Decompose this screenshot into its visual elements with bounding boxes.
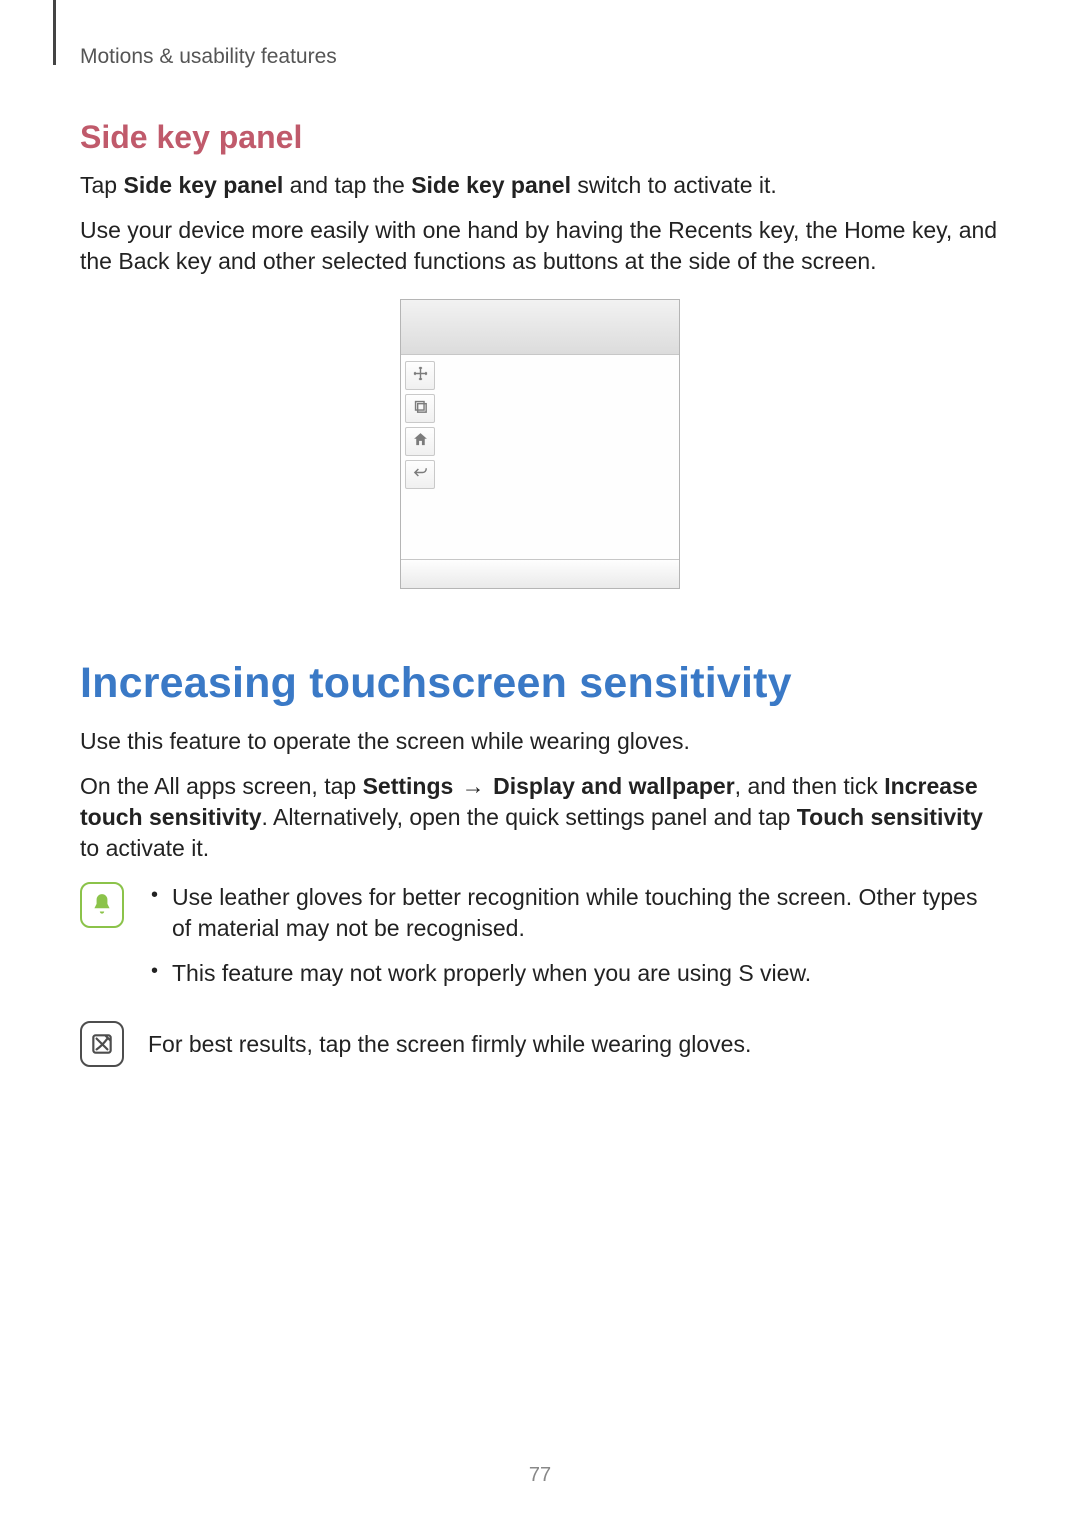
recents-icon	[412, 398, 429, 420]
warning-item-1: Use leather gloves for better recognitio…	[148, 882, 1000, 944]
text: . Alternatively, open the quick settings…	[261, 804, 796, 830]
warning-item-2: This feature may not work properly when …	[148, 958, 1000, 989]
bold-side-key-1: Side key panel	[123, 172, 283, 198]
page-number: 77	[0, 1464, 1080, 1487]
section-title-side-key: Side key panel	[80, 119, 1000, 156]
manual-page: Motions & usability features Side key pa…	[0, 0, 1080, 1527]
side-key-instruction-2: Use your device more easily with one han…	[80, 215, 1000, 277]
tip-content: For best results, tap the screen firmly …	[148, 1021, 1000, 1060]
phone-status-bar	[401, 300, 679, 355]
text: , and then tick	[735, 773, 885, 799]
breadcrumb: Motions & usability features	[80, 45, 1000, 69]
arrow: →	[453, 773, 493, 799]
bold-side-key-2: Side key panel	[411, 172, 571, 198]
bold-display-wallpaper: Display and wallpaper	[493, 773, 735, 799]
back-icon	[412, 464, 429, 486]
header-rule	[53, 0, 56, 65]
section-title-touch-sensitivity: Increasing touchscreen sensitivity	[80, 659, 1000, 708]
move-handle-tile	[405, 361, 435, 390]
home-key-tile	[405, 427, 435, 456]
note-icon	[80, 1021, 124, 1067]
phone-nav-bar	[401, 559, 679, 588]
touch-p2: On the All apps screen, tap Settings → D…	[80, 771, 1000, 864]
text: and tap the	[283, 172, 411, 198]
home-icon	[412, 431, 429, 453]
text: switch to activate it.	[571, 172, 777, 198]
bell-icon	[80, 882, 124, 928]
text: Tap	[80, 172, 123, 198]
touch-p1: Use this feature to operate the screen w…	[80, 726, 1000, 757]
warning-note: Use leather gloves for better recognitio…	[80, 882, 1000, 1003]
recents-key-tile	[405, 394, 435, 423]
bold-touch-sensitivity: Touch sensitivity	[797, 804, 983, 830]
tip-text: For best results, tap the screen firmly …	[148, 1029, 1000, 1060]
bold-settings: Settings	[363, 773, 454, 799]
warning-content: Use leather gloves for better recognitio…	[148, 882, 1000, 1003]
back-key-tile	[405, 460, 435, 489]
text: On the All apps screen, tap	[80, 773, 363, 799]
phone-illustration	[400, 299, 680, 589]
side-key-panel-strip	[401, 355, 439, 559]
side-key-instruction-1: Tap Side key panel and tap the Side key …	[80, 170, 1000, 201]
tip-note: For best results, tap the screen firmly …	[80, 1021, 1000, 1067]
move-icon	[412, 365, 429, 387]
text: to activate it.	[80, 835, 209, 861]
phone-body	[401, 355, 679, 559]
